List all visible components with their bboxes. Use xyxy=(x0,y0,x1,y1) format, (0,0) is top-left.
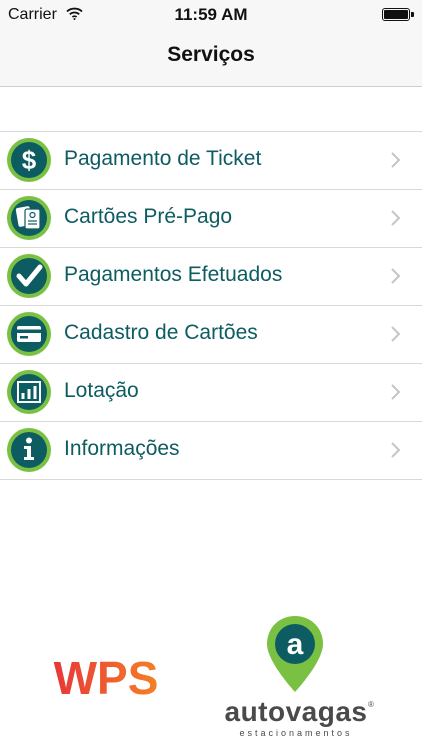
credit-card-icon xyxy=(7,312,51,356)
checkmark-icon xyxy=(7,254,51,298)
dollar-icon: $ xyxy=(7,138,51,182)
prepaid-card-icon xyxy=(7,196,51,240)
chevron-right-icon xyxy=(391,210,400,226)
autovagas-tagline: estacionamentos xyxy=(239,728,353,738)
status-time: 11:59 AM xyxy=(174,5,248,24)
menu-item-lotacao[interactable]: Lotação xyxy=(0,364,422,422)
chart-icon xyxy=(7,370,51,414)
autovagas-name: autovagas xyxy=(224,696,368,727)
menu-item-pagamento-ticket[interactable]: $ Pagamento de Ticket xyxy=(0,132,422,190)
status-bar: Carrier 11:59 AM xyxy=(0,0,422,30)
autovagas-logo-letter: a xyxy=(287,628,304,661)
battery-icon xyxy=(382,8,414,21)
page-title: Serviços xyxy=(167,43,255,66)
menu-item-label: Informações xyxy=(64,437,180,460)
menu-item-informacoes[interactable]: Informações xyxy=(0,422,422,480)
menu-item-label: Pagamento de Ticket xyxy=(64,147,262,170)
svg-text:$: $ xyxy=(22,145,37,175)
menu-item-label: Pagamentos Efetuados xyxy=(64,263,283,286)
info-icon xyxy=(7,428,51,472)
services-menu: $ Pagamento de Ticket Cartões Pré-Pago P… xyxy=(0,131,422,480)
menu-item-label: Lotação xyxy=(64,379,139,402)
menu-item-label: Cartões Pré-Pago xyxy=(64,205,233,228)
wps-logo-text: WPS xyxy=(54,653,159,699)
menu-item-cadastro-cartoes[interactable]: Cadastro de Cartões xyxy=(0,306,422,364)
chevron-right-icon xyxy=(391,442,400,458)
navigation-bar: Serviços xyxy=(0,30,422,87)
location-pin-icon: a xyxy=(267,616,323,692)
chevron-right-icon xyxy=(391,384,400,400)
chevron-right-icon xyxy=(391,326,400,342)
menu-item-pagamentos-efetuados[interactable]: Pagamentos Efetuados xyxy=(0,248,422,306)
autovagas-logo: a autovagas ® estacionamentos xyxy=(216,614,376,740)
menu-item-label: Cadastro de Cartões xyxy=(64,321,258,344)
menu-item-cartoes-pre-pago[interactable]: Cartões Pré-Pago xyxy=(0,190,422,248)
chevron-right-icon xyxy=(391,268,400,284)
chevron-right-icon xyxy=(391,152,400,168)
wps-logo: WPS xyxy=(54,653,159,699)
registered-mark: ® xyxy=(368,700,374,709)
